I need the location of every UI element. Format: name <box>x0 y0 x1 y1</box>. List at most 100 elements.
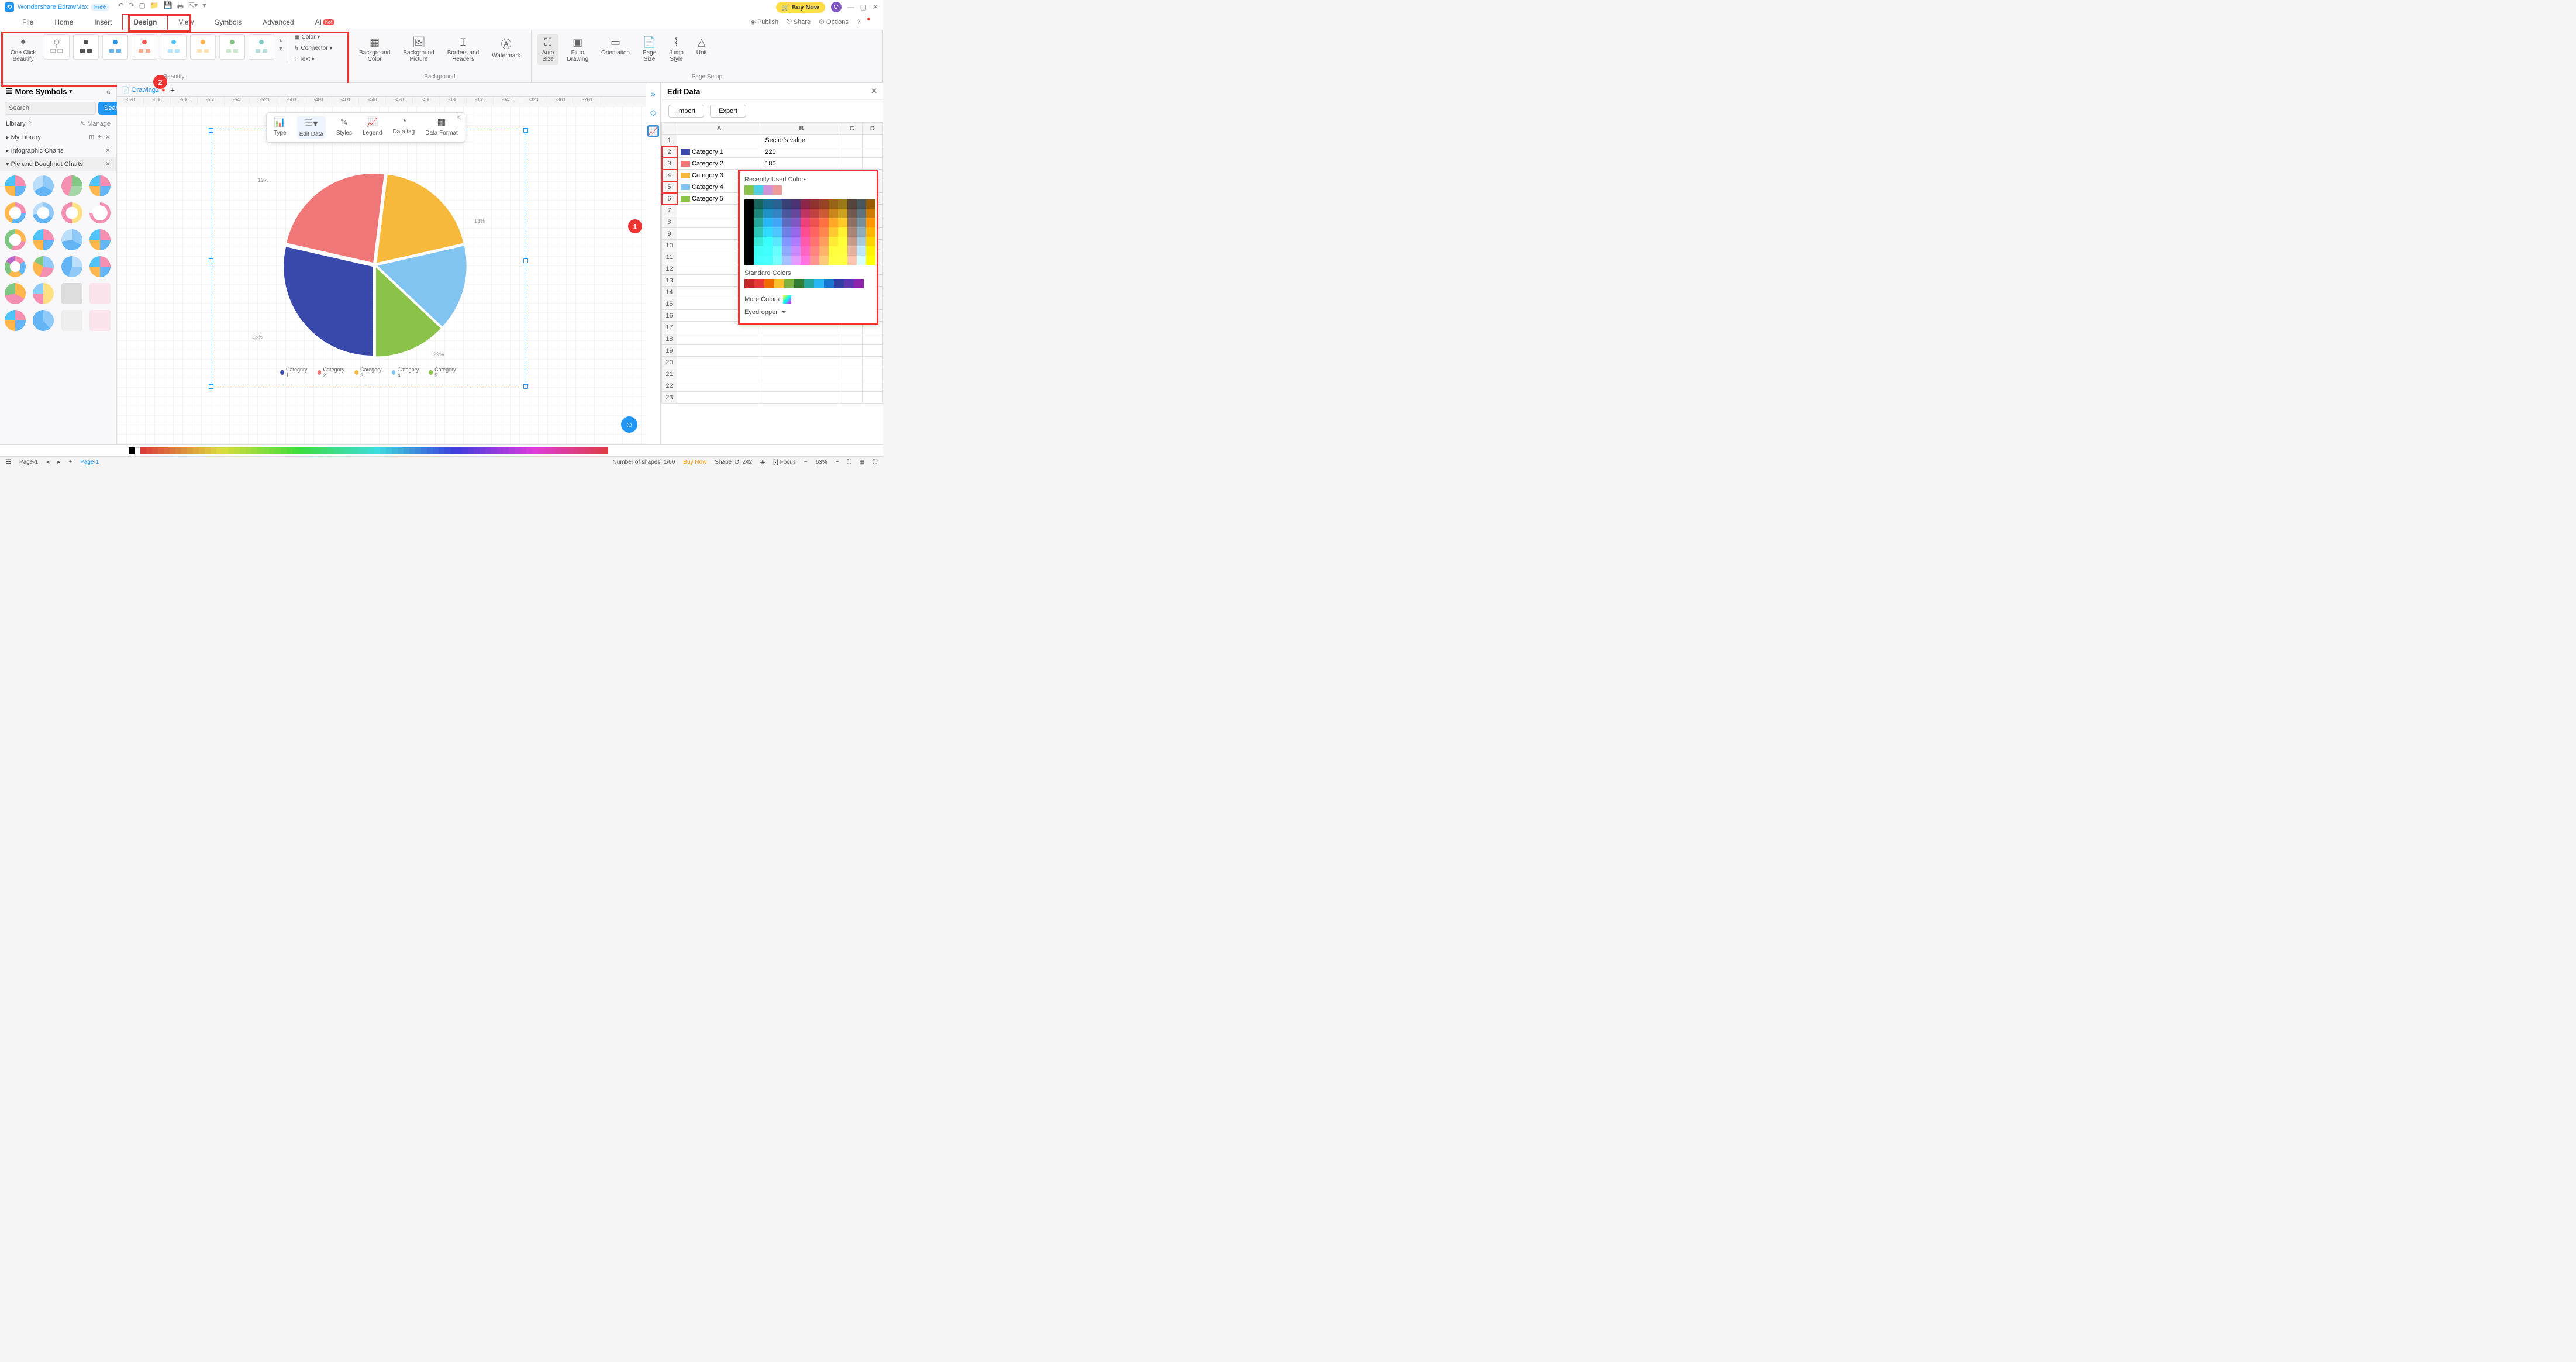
chart-thumb[interactable] <box>33 175 54 196</box>
color-swatch[interactable] <box>838 246 847 256</box>
color-swatch[interactable] <box>844 279 854 288</box>
color-swatch[interactable] <box>782 237 791 246</box>
color-dropdown[interactable]: ▦ Color ▾ <box>294 34 332 40</box>
color-swatch[interactable] <box>829 218 838 227</box>
color-swatch[interactable] <box>773 185 782 195</box>
expand-right-icon[interactable]: » <box>647 88 659 99</box>
color-swatch[interactable] <box>763 185 773 195</box>
prev-page-icon[interactable]: ◂ <box>46 459 49 466</box>
type-button[interactable]: 📊Type <box>274 116 287 139</box>
color-swatch[interactable] <box>782 246 791 256</box>
color-swatch[interactable] <box>847 237 857 246</box>
color-swatch[interactable] <box>838 218 847 227</box>
color-swatch[interactable] <box>773 237 782 246</box>
color-swatch[interactable] <box>754 199 763 209</box>
color-swatch[interactable] <box>763 218 773 227</box>
color-swatch[interactable] <box>847 256 857 265</box>
chart-thumb[interactable] <box>33 310 54 331</box>
tab-insert[interactable]: Insert <box>84 14 122 30</box>
beautify-style-1[interactable] <box>44 34 70 60</box>
color-swatch[interactable] <box>801 227 810 237</box>
more-colors-button[interactable]: More Colors <box>744 293 872 306</box>
color-swatch[interactable] <box>857 199 866 209</box>
color-swatch[interactable] <box>847 218 857 227</box>
color-swatch[interactable] <box>829 237 838 246</box>
color-swatch[interactable] <box>801 246 810 256</box>
color-swatch[interactable] <box>773 209 782 218</box>
color-swatch[interactable] <box>847 209 857 218</box>
color-swatch[interactable] <box>754 256 763 265</box>
color-swatch[interactable] <box>801 237 810 246</box>
color-swatch[interactable] <box>814 279 824 288</box>
qat-more-icon[interactable]: ▾ <box>202 1 206 13</box>
connector-dropdown[interactable]: ↳ Connector ▾ <box>294 45 332 51</box>
text-dropdown[interactable]: T Text ▾ <box>294 56 332 63</box>
color-swatch[interactable] <box>847 246 857 256</box>
color-swatch[interactable] <box>810 246 819 256</box>
chart-thumb[interactable] <box>5 256 26 277</box>
color-swatch[interactable] <box>819 246 829 256</box>
chart-thumb[interactable] <box>89 202 111 223</box>
unit-button[interactable]: △Unit <box>692 34 712 58</box>
color-swatch[interactable] <box>866 246 875 256</box>
data-tag-button[interactable]: ◔Data tag <box>392 116 415 139</box>
chart-thumb[interactable] <box>33 256 54 277</box>
color-swatch[interactable] <box>810 227 819 237</box>
beautify-style-5[interactable] <box>161 34 187 60</box>
color-swatch[interactable] <box>744 237 754 246</box>
color-swatch[interactable] <box>819 199 829 209</box>
color-swatch[interactable] <box>754 279 764 288</box>
grid-icon[interactable]: ▦ <box>860 459 865 466</box>
share-link[interactable]: ⎋ Share <box>787 18 811 26</box>
color-swatch[interactable] <box>801 218 810 227</box>
tab-symbols[interactable]: Symbols <box>204 14 252 30</box>
color-swatch[interactable] <box>866 227 875 237</box>
help-icon[interactable]: ? <box>857 19 860 26</box>
color-swatch[interactable] <box>744 279 754 288</box>
color-swatch[interactable] <box>773 227 782 237</box>
color-swatch[interactable] <box>791 246 801 256</box>
user-avatar[interactable]: C <box>831 2 842 12</box>
add-lib-plus-icon[interactable]: + <box>98 133 101 141</box>
add-tab-icon[interactable]: + <box>170 85 175 95</box>
beautify-style-4[interactable] <box>132 34 157 60</box>
color-swatch[interactable] <box>829 199 838 209</box>
color-swatch[interactable] <box>782 218 791 227</box>
color-swatch[interactable] <box>773 246 782 256</box>
color-swatch[interactable] <box>744 256 754 265</box>
color-swatch[interactable] <box>810 256 819 265</box>
color-swatch[interactable] <box>819 256 829 265</box>
tab-design[interactable]: Design <box>122 14 168 30</box>
color-swatch[interactable] <box>847 199 857 209</box>
data-format-button[interactable]: ▦Data Format <box>425 116 458 139</box>
close-panel-icon[interactable]: ✕ <box>871 87 877 96</box>
color-swatch[interactable] <box>744 185 754 195</box>
export-button[interactable]: Export <box>710 105 746 118</box>
fit-icon[interactable]: ⛶ <box>847 459 851 466</box>
tab-ai[interactable]: AIhot <box>305 14 346 30</box>
chart-thumb[interactable] <box>5 202 26 223</box>
color-swatch[interactable] <box>754 209 763 218</box>
color-swatch[interactable] <box>782 209 791 218</box>
background-picture-button[interactable]: 🖼Background Picture <box>398 34 439 65</box>
color-swatch[interactable] <box>857 227 866 237</box>
fullscreen-icon[interactable]: ⛶ <box>873 459 877 466</box>
color-strip[interactable] <box>0 444 883 456</box>
color-swatch[interactable] <box>744 246 754 256</box>
export-icon[interactable]: ⇱▾ <box>188 1 198 13</box>
color-swatch[interactable] <box>763 237 773 246</box>
color-swatch[interactable] <box>838 209 847 218</box>
chart-thumb[interactable] <box>61 283 82 304</box>
color-swatch[interactable] <box>794 279 804 288</box>
edit-data-button[interactable]: ☰▾Edit Data <box>297 116 326 139</box>
color-swatch[interactable] <box>791 256 801 265</box>
manage-link[interactable]: ✎ Manage <box>80 120 111 127</box>
color-swatch[interactable] <box>804 279 814 288</box>
chart-thumb[interactable] <box>33 202 54 223</box>
open-icon[interactable]: 📁 <box>150 1 159 13</box>
orientation-button[interactable]: ▭Orientation <box>596 34 634 58</box>
buy-now-button[interactable]: 🛒 Buy Now <box>776 2 825 13</box>
color-swatch[interactable] <box>866 256 875 265</box>
color-swatch[interactable] <box>773 199 782 209</box>
color-swatch[interactable] <box>829 209 838 218</box>
